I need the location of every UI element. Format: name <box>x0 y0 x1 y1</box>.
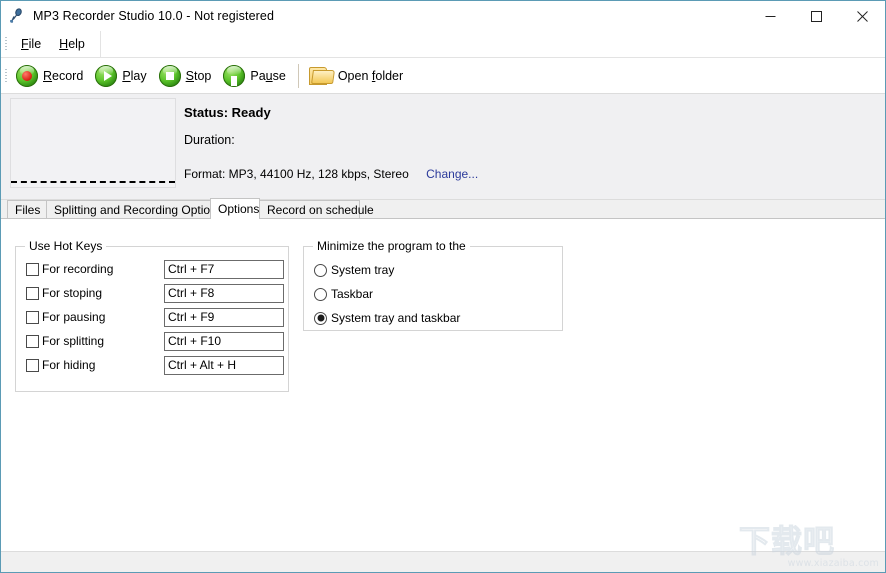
menu-item-help[interactable]: Help <box>50 34 94 55</box>
menu-item-file-rest: ile <box>28 36 42 51</box>
radio-system-tray-label: System tray <box>331 263 395 277</box>
toolbar: Record Play Stop Pause Open folder <box>1 58 885 94</box>
checkbox-for-hiding[interactable] <box>26 358 39 372</box>
hotkey-input-pausing[interactable] <box>164 307 284 327</box>
status-panel: Status: Ready Duration: Format: MP3, 441… <box>1 94 885 200</box>
open-folder-button[interactable]: Open folder <box>305 59 410 92</box>
hotkey-row-splitting: For splitting <box>26 331 284 351</box>
hotkeys-group-title: Use Hot Keys <box>25 239 107 253</box>
menu-item-help-rest: elp <box>68 36 85 51</box>
tab-files[interactable]: Files <box>7 200 47 218</box>
hotkey-row-stoping: For stoping <box>26 283 284 303</box>
checkbox-for-pausing[interactable] <box>26 310 39 324</box>
checkbox-for-stoping[interactable] <box>26 286 39 300</box>
tab-options[interactable]: Options <box>210 198 260 219</box>
change-format-link[interactable]: Change... <box>426 167 478 181</box>
hotkey-row-hiding: For hiding <box>26 355 284 375</box>
open-folder-button-label: Open folder <box>337 68 404 83</box>
hotkey-input-hiding[interactable] <box>164 355 284 375</box>
radio-system-tray-and-taskbar-label: System tray and taskbar <box>331 311 461 325</box>
tab-strip: Files Splitting and Recording Options Op… <box>1 198 885 219</box>
tab-splitting-recording[interactable]: Splitting and Recording Options <box>46 200 223 218</box>
menu-bar: File Help <box>1 31 885 58</box>
waveform-baseline <box>11 181 175 183</box>
title-bar: MP3 Recorder Studio 10.0 - Not registere… <box>1 1 885 31</box>
play-button-label: Play <box>122 68 147 83</box>
toolbar-separator <box>297 63 299 88</box>
hotkey-input-stoping[interactable] <box>164 283 284 303</box>
menu-item-file[interactable]: File <box>12 34 50 55</box>
radio-row-taskbar[interactable]: Taskbar <box>314 285 373 303</box>
hotkeys-group: Use Hot Keys For recording For stoping F… <box>15 239 289 392</box>
stop-button-label: Stop <box>185 68 212 83</box>
status-bar <box>1 551 885 572</box>
waveform-preview <box>10 98 176 188</box>
record-button-label: Record <box>43 68 84 83</box>
format-label: Format: MP3, 44100 Hz, 128 kbps, Stereo <box>184 167 409 181</box>
radio-row-system-tray[interactable]: System tray <box>314 261 394 279</box>
microphone-icon <box>8 7 26 25</box>
toolbar-grip-handle[interactable] <box>3 67 10 84</box>
checkbox-for-stoping-label: For stoping <box>42 286 103 300</box>
application-window: MP3 Recorder Studio 10.0 - Not registere… <box>0 0 886 573</box>
duration-label: Duration: <box>184 133 235 147</box>
record-icon <box>16 64 38 87</box>
radio-system-tray[interactable] <box>314 263 327 277</box>
close-button[interactable] <box>839 1 885 31</box>
minimize-group-title: Minimize the program to the <box>313 239 470 253</box>
checkbox-for-recording[interactable] <box>26 262 39 276</box>
hotkey-input-recording[interactable] <box>164 259 284 279</box>
maximize-button[interactable] <box>793 1 839 31</box>
checkbox-for-recording-label: For recording <box>42 262 114 276</box>
checkbox-for-splitting-label: For splitting <box>42 334 105 348</box>
format-line: Format: MP3, 44100 Hz, 128 kbps, Stereo … <box>184 167 478 181</box>
radio-taskbar[interactable] <box>314 287 327 301</box>
checkbox-for-splitting[interactable] <box>26 334 39 348</box>
checkbox-for-hiding-label: For hiding <box>42 358 96 372</box>
radio-row-system-tray-and-taskbar[interactable]: System tray and taskbar <box>314 309 460 327</box>
menu-grip-handle[interactable] <box>3 36 10 52</box>
tab-record-on-schedule[interactable]: Record on schedule <box>259 200 374 218</box>
radio-system-tray-and-taskbar[interactable] <box>314 311 327 325</box>
pause-button[interactable]: Pause <box>219 59 292 92</box>
minimize-button[interactable] <box>747 1 793 31</box>
pause-icon <box>223 64 246 87</box>
play-icon <box>95 64 118 87</box>
options-tab-panel: Use Hot Keys For recording For stoping F… <box>1 219 885 552</box>
hotkey-row-recording: For recording <box>26 259 284 279</box>
menu-divider <box>99 31 101 57</box>
folder-icon <box>308 66 335 85</box>
checkbox-for-pausing-label: For pausing <box>42 310 106 324</box>
hotkey-input-splitting[interactable] <box>164 331 284 351</box>
stop-button[interactable]: Stop <box>155 59 219 92</box>
status-label: Status: Ready <box>184 105 271 120</box>
play-button[interactable]: Play <box>91 59 153 92</box>
minimize-group: Minimize the program to the System tray … <box>303 239 563 331</box>
radio-taskbar-label: Taskbar <box>331 287 374 301</box>
window-title: MP3 Recorder Studio 10.0 - Not registere… <box>33 9 275 23</box>
status-text-block: Status: Ready Duration: <box>184 105 271 147</box>
pause-button-label: Pause <box>250 68 286 83</box>
stop-icon <box>158 64 181 87</box>
window-controls <box>747 1 885 31</box>
hotkey-row-pausing: For pausing <box>26 307 284 327</box>
record-button[interactable]: Record <box>12 59 90 92</box>
